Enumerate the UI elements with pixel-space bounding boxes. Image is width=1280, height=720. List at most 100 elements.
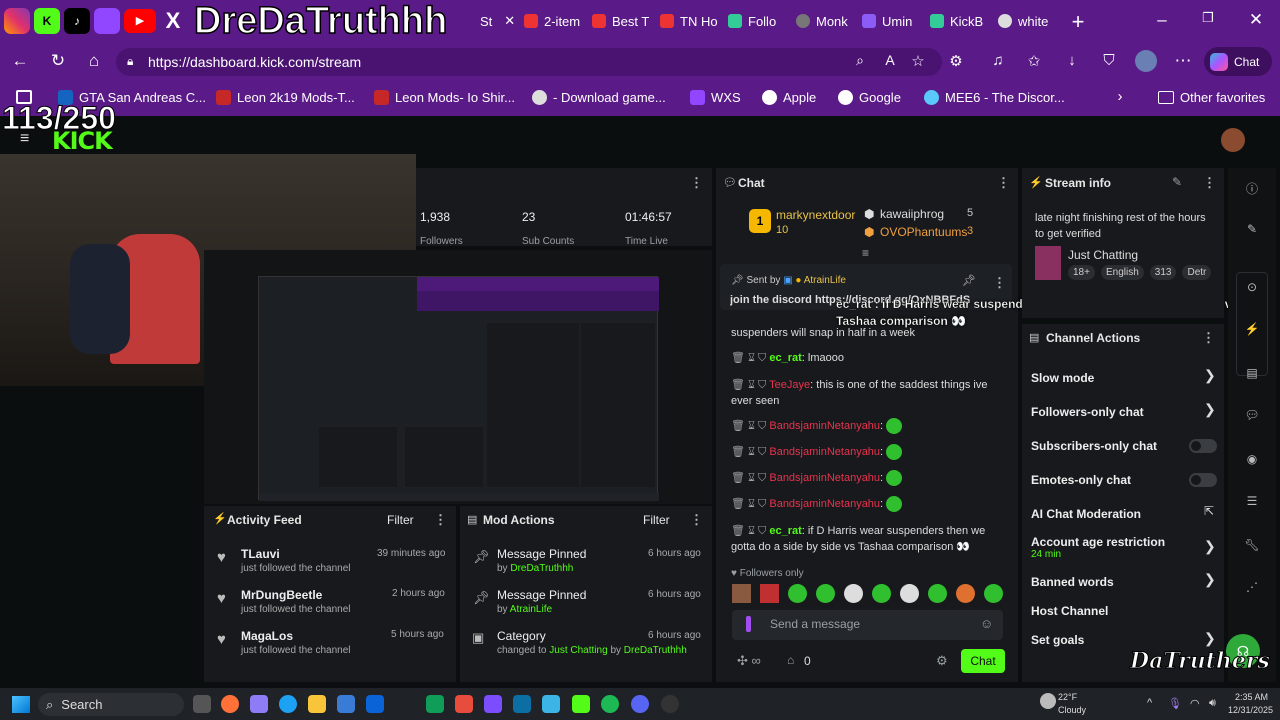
obs-icon[interactable] — [661, 695, 679, 713]
message-user[interactable]: ec_rat — [769, 352, 801, 364]
app-icon[interactable] — [513, 695, 531, 713]
category-name[interactable]: Just Chatting — [1068, 248, 1138, 262]
message-user[interactable]: BandsjaminNetanyahu — [769, 446, 880, 458]
broadcast-icon[interactable]: ◉ — [1242, 452, 1262, 472]
tab-item[interactable]: Umin — [862, 6, 922, 36]
windows-start-icon[interactable] — [12, 696, 30, 713]
host-channel-item[interactable]: Host Channel — [1031, 604, 1108, 618]
copilot-chat-button[interactable]: Chat — [1204, 47, 1272, 76]
timeout-icon[interactable]: ⌛︎ — [748, 379, 755, 391]
message-input-placeholder[interactable]: Send a message — [770, 617, 860, 631]
expand-leaderboard-icon[interactable]: ≡ — [862, 246, 869, 260]
mod-more-icon[interactable]: ⋮ — [690, 512, 703, 528]
settings-gear-icon[interactable]: ⚙ — [936, 653, 948, 669]
mod-action-user[interactable]: DreDaTruthhh — [510, 563, 573, 574]
activity-filter-button[interactable]: Filter — [387, 513, 414, 527]
zoom-icon[interactable]: ⌕ — [848, 52, 872, 69]
favorite-item[interactable]: Leon 2k19 Mods-T... — [216, 90, 355, 105]
discord-icon[interactable] — [631, 695, 649, 713]
tab-item[interactable]: 2-item — [524, 6, 584, 36]
favorites-icon[interactable]: ✩ — [1022, 52, 1046, 70]
ai-moderation-item[interactable]: AI Chat Moderation — [1031, 507, 1141, 521]
activity-user[interactable]: MagaLos — [241, 629, 293, 643]
tab-item[interactable]: KickB — [930, 6, 990, 36]
emote-icon[interactable] — [956, 584, 975, 603]
emote-icon[interactable] — [872, 584, 891, 603]
delete-icon[interactable]: 🗑︎ — [731, 420, 745, 432]
store-icon[interactable]: ⌂ — [787, 653, 794, 667]
delete-icon[interactable]: 🗑︎ — [731, 446, 745, 458]
info-icon[interactable]: ⓘ — [1242, 180, 1262, 200]
tab-item[interactable]: Follo — [728, 6, 788, 36]
edit-icon[interactable]: ✎ — [1172, 175, 1182, 189]
timeout-icon[interactable]: ⌛︎ — [748, 352, 755, 364]
slow-mode-item[interactable]: Slow mode — [1031, 371, 1094, 385]
points-icon[interactable]: ✣ ∞ — [737, 653, 761, 669]
media-icon[interactable]: ♫ — [986, 52, 1010, 69]
more-options-icon[interactable]: ⋮ — [690, 175, 703, 191]
restore-icon[interactable]: ❐ — [1196, 10, 1220, 26]
favorite-item[interactable]: MEE6 - The Discor... — [924, 90, 1065, 105]
share-icon[interactable]: ⋰ — [1242, 580, 1262, 600]
refresh-icon[interactable]: ↻ — [46, 51, 70, 71]
favorite-item[interactable]: Apple — [762, 90, 816, 105]
more-icon[interactable]: ⋯ — [1171, 51, 1195, 71]
emote-icon[interactable] — [900, 584, 919, 603]
delete-icon[interactable]: 🗑︎ — [731, 525, 745, 537]
mod-action-user[interactable]: AtrainLife — [510, 604, 552, 615]
home-icon[interactable]: ⌂ — [82, 51, 106, 71]
favorite-item[interactable]: WXS — [690, 90, 741, 105]
timeout-icon[interactable]: ⌛︎ — [748, 525, 755, 537]
tab-stream[interactable]: St ✕ — [480, 6, 518, 36]
tab-item[interactable]: Best T — [592, 6, 652, 36]
emotes-only-toggle[interactable] — [1189, 473, 1217, 487]
wrench-icon[interactable]: 🔧︎ — [1242, 538, 1262, 558]
download-icon[interactable]: ↓ — [1060, 52, 1084, 69]
new-tab-icon[interactable]: + — [1066, 9, 1090, 35]
send-chat-button[interactable]: Chat — [961, 649, 1005, 673]
delete-icon[interactable]: 🗑︎ — [731, 352, 745, 364]
store-icon[interactable] — [337, 695, 355, 713]
mod-action-user[interactable]: DreDaTruthhh — [624, 645, 687, 656]
subscribers-only-toggle[interactable] — [1189, 439, 1217, 453]
delete-icon[interactable]: 🗑︎ — [731, 472, 745, 484]
chat-bubble-icon[interactable]: 💬︎ — [1242, 408, 1262, 428]
close-icon[interactable]: ✕ — [504, 13, 515, 29]
layout-icon[interactable]: ☰ — [1242, 494, 1262, 514]
stream-preview[interactable] — [258, 276, 659, 501]
emote-icon[interactable] — [984, 584, 1003, 603]
account-age-item[interactable]: Account age restriction — [1031, 535, 1165, 549]
lightning-icon[interactable]: ⚡ — [1242, 322, 1262, 342]
emote-icon[interactable] — [928, 584, 947, 603]
timeout-icon[interactable]: ⌛︎ — [748, 420, 755, 432]
extensions-icon[interactable]: ⚙ — [944, 52, 968, 70]
chevron-right-icon[interactable]: ❯ — [1204, 367, 1216, 384]
target-icon[interactable]: ⊙ — [1242, 280, 1262, 300]
emoji-icon[interactable]: ☺ — [980, 616, 993, 631]
kick-app-icon[interactable] — [572, 695, 590, 713]
back-icon[interactable]: ← — [8, 51, 32, 71]
app-icon[interactable] — [455, 695, 473, 713]
list-icon[interactable]: ▤ — [1242, 366, 1262, 386]
chevron-up-icon[interactable]: ^ — [1147, 697, 1152, 709]
banned-words-item[interactable]: Banned words — [1031, 575, 1114, 589]
followers-only-item[interactable]: Followers-only chat — [1031, 405, 1144, 419]
stream-info-more-icon[interactable]: ⋮ — [1203, 175, 1216, 191]
wifi-icon[interactable]: ◠ — [1190, 697, 1200, 710]
pinned-user[interactable]: AtrainLife — [804, 275, 846, 286]
message-user[interactable]: BandsjaminNetanyahu — [769, 472, 880, 484]
shield-icon[interactable]: ⛉ — [1097, 52, 1121, 69]
leader-name[interactable]: markynextdoor — [776, 208, 855, 222]
emote-icon[interactable] — [816, 584, 835, 603]
url-text[interactable]: https://dashboard.kick.com/stream — [148, 54, 361, 70]
profile-avatar[interactable] — [1135, 50, 1157, 72]
chat-more-icon[interactable]: ⋮ — [997, 175, 1010, 191]
favorite-star-icon[interactable]: ☆ — [906, 52, 930, 70]
tab-item[interactable]: Monk — [796, 6, 856, 36]
emote-icon[interactable] — [788, 584, 807, 603]
chevron-right-icon[interactable]: ❯ — [1204, 538, 1216, 555]
read-aloud-icon[interactable]: A — [878, 52, 902, 68]
unpin-icon[interactable]: 📌︎ — [962, 274, 976, 287]
favorite-item[interactable]: Google — [838, 90, 901, 105]
edge-icon[interactable] — [279, 695, 297, 713]
